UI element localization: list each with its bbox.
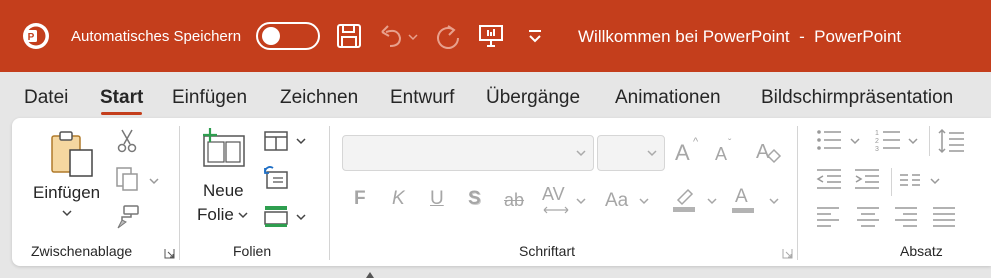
- redo-icon[interactable]: [434, 22, 462, 50]
- window-title: Willkommen bei PowerPoint - PowerPoint: [578, 27, 902, 46]
- case-dropdown-icon[interactable]: [638, 196, 650, 206]
- character-spacing-button[interactable]: AV: [542, 184, 565, 205]
- copy-icon[interactable]: [114, 166, 140, 192]
- chevron-down-icon[interactable]: [61, 208, 73, 218]
- columns-icon[interactable]: [899, 172, 921, 188]
- shrink-font-icon[interactable]: A: [715, 144, 727, 165]
- slides-group-label: Folien: [233, 243, 272, 259]
- group-separator: [179, 126, 180, 260]
- tab-entwurf[interactable]: Entwurf: [390, 87, 454, 109]
- dialog-launcher-icon[interactable]: [164, 248, 175, 259]
- grow-font-caret: ^: [693, 136, 699, 148]
- undo-dropdown-icon[interactable]: [406, 22, 420, 50]
- tab-einfuegen[interactable]: Einfügen: [172, 87, 247, 109]
- paste-icon[interactable]: [48, 128, 96, 178]
- shrink-font-caret: ˇ: [728, 138, 732, 149]
- spacing-dropdown-icon[interactable]: [575, 196, 587, 206]
- copy-dropdown-icon[interactable]: [148, 176, 160, 186]
- paste-label[interactable]: Einfügen: [33, 183, 100, 203]
- font-group-label: Schriftart: [519, 243, 576, 259]
- layout-dropdown-icon[interactable]: [295, 136, 307, 146]
- autosave-label: Automatisches Speichern: [71, 28, 242, 45]
- undo-icon[interactable]: [378, 22, 406, 50]
- columns-dropdown-icon[interactable]: [929, 176, 941, 186]
- ribbon: Einfügen Zwischenablage Neue Folie Folie…: [12, 118, 991, 266]
- clear-formatting-icon[interactable]: A: [754, 138, 782, 166]
- title-bar: P Automatisches Speichern Willkommen bei…: [0, 0, 991, 72]
- font-color-dropdown-icon[interactable]: [768, 196, 780, 206]
- font-color-button[interactable]: A: [735, 186, 748, 208]
- spacing-arrows-icon: [543, 206, 569, 214]
- scroll-handle-icon[interactable]: [362, 268, 378, 278]
- underline-button[interactable]: U: [430, 188, 444, 210]
- powerpoint-logo-icon[interactable]: P: [22, 22, 50, 50]
- layout-icon[interactable]: [263, 130, 289, 152]
- new-slide-dropdown-icon[interactable]: [237, 210, 249, 220]
- autosave-toggle[interactable]: [256, 22, 320, 50]
- paragraph-divider: [891, 168, 892, 196]
- bold-button[interactable]: F: [354, 188, 366, 210]
- section-icon[interactable]: [263, 204, 289, 228]
- numbering-dropdown-icon[interactable]: [907, 136, 919, 146]
- new-slide-label-line2[interactable]: Folie: [197, 205, 234, 225]
- toggle-knob: [262, 27, 280, 45]
- ribbon-tabs: Datei Start Einfügen Zeichnen Entwurf Üb…: [0, 72, 991, 117]
- section-dropdown-icon[interactable]: [295, 212, 307, 222]
- svg-text:A: A: [756, 141, 770, 163]
- tab-uebergaenge[interactable]: Übergänge: [486, 87, 580, 109]
- line-spacing-icon[interactable]: [937, 128, 965, 154]
- tab-zeichnen[interactable]: Zeichnen: [280, 87, 358, 109]
- bullets-dropdown-icon[interactable]: [849, 136, 861, 146]
- align-left-icon[interactable]: [815, 206, 841, 228]
- paragraph-group-label: Absatz: [900, 243, 943, 259]
- clipboard-group-label: Zwischenablage: [31, 243, 133, 259]
- svg-text:P: P: [28, 32, 35, 43]
- bullets-icon[interactable]: [815, 128, 843, 152]
- highlight-icon[interactable]: [670, 184, 698, 214]
- reset-icon[interactable]: [263, 166, 289, 190]
- svg-text:3: 3: [875, 146, 879, 152]
- format-painter-icon[interactable]: [114, 204, 140, 230]
- tab-start[interactable]: Start: [100, 87, 143, 115]
- font-name-combo[interactable]: [342, 135, 594, 171]
- numbering-icon[interactable]: 1 2 3: [874, 128, 902, 152]
- highlight-dropdown-icon[interactable]: [706, 196, 718, 206]
- dialog-launcher-icon[interactable]: [782, 248, 793, 259]
- strikethrough-button[interactable]: ab: [504, 190, 524, 211]
- align-right-icon[interactable]: [893, 206, 919, 228]
- grow-font-icon[interactable]: A: [675, 140, 690, 166]
- svg-text:1: 1: [875, 130, 879, 137]
- svg-text:2: 2: [875, 138, 879, 145]
- font-color-bar: [732, 208, 754, 213]
- chevron-down-icon: [576, 150, 586, 157]
- cut-icon[interactable]: [116, 128, 138, 154]
- align-center-icon[interactable]: [855, 206, 881, 228]
- font-size-combo[interactable]: [597, 135, 665, 171]
- increase-indent-icon[interactable]: [853, 168, 881, 190]
- group-separator: [329, 126, 330, 260]
- new-slide-icon[interactable]: [198, 128, 246, 168]
- chevron-down-icon: [647, 150, 657, 157]
- italic-button[interactable]: K: [392, 188, 405, 210]
- tab-bildschirmpraesentation[interactable]: Bildschirmpräsentation: [761, 87, 953, 109]
- shadow-button[interactable]: S: [468, 188, 481, 210]
- paragraph-divider: [929, 126, 930, 156]
- new-slide-label-line1[interactable]: Neue: [203, 181, 244, 201]
- present-icon[interactable]: [477, 22, 505, 50]
- save-icon[interactable]: [335, 22, 363, 50]
- change-case-button[interactable]: Aa: [605, 190, 628, 212]
- decrease-indent-icon[interactable]: [815, 168, 843, 190]
- justify-icon[interactable]: [931, 206, 957, 228]
- customize-qat-icon[interactable]: [526, 22, 544, 50]
- tab-datei[interactable]: Datei: [24, 87, 68, 109]
- group-separator: [797, 126, 798, 260]
- tab-animationen[interactable]: Animationen: [615, 87, 721, 109]
